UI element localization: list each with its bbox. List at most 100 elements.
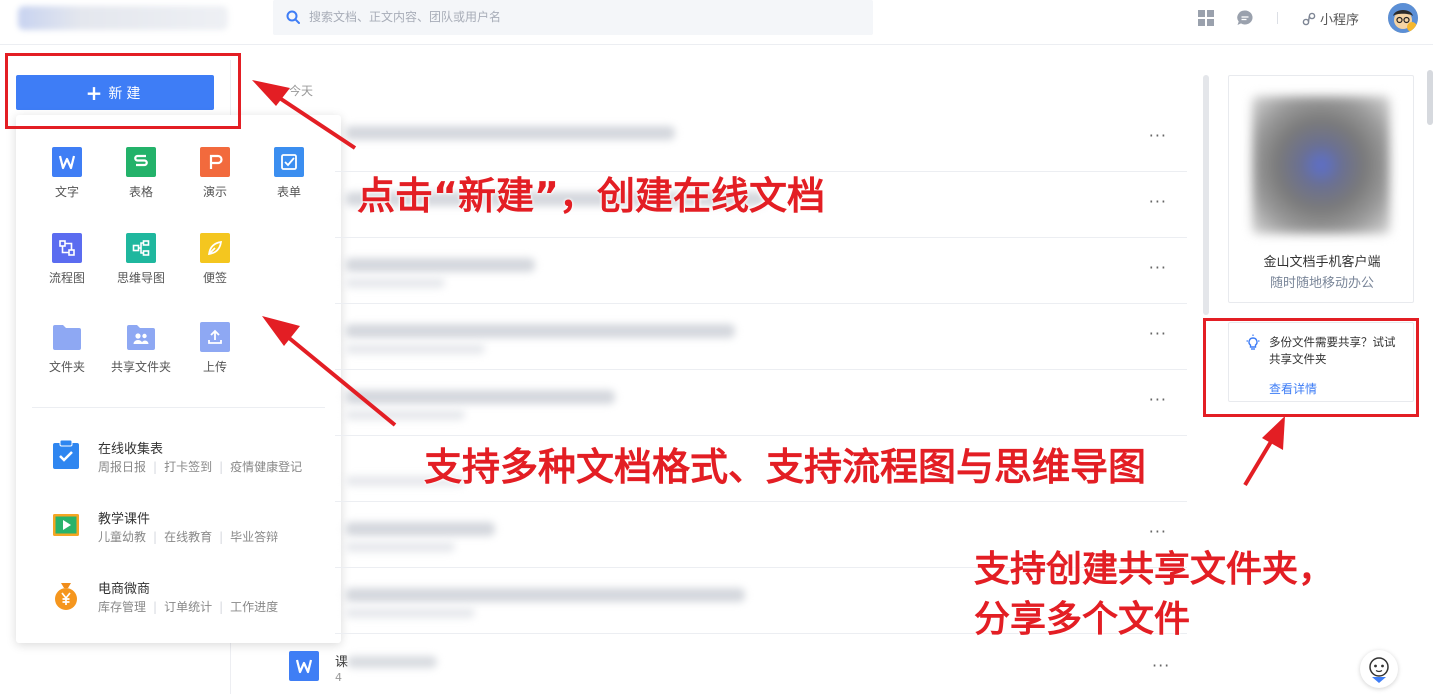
file-name (345, 258, 535, 272)
template-link[interactable]: 工作进度 (230, 600, 278, 614)
upload-label: 上传 (202, 360, 227, 374)
more-icon[interactable]: ··· (1149, 192, 1167, 211)
file-meta (345, 410, 465, 420)
template-courseware[interactable]: 教学课件 儿童幼教 | 在线教育 | 毕业答辩 (52, 508, 332, 548)
section-label-today: 今天 (289, 84, 314, 98)
create-folder-label: 文件夹 (48, 360, 85, 374)
template-link[interactable]: 疫情健康登记 (230, 460, 302, 474)
app-logo[interactable] (18, 6, 228, 30)
spreadsheet-icon (126, 147, 156, 177)
create-mindmap-item[interactable]: 思维导图 (111, 233, 171, 286)
create-slides-item[interactable]: 演示 (185, 147, 245, 200)
create-note-label: 便签 (202, 271, 227, 285)
create-form-label: 表单 (276, 185, 301, 199)
template-ecommerce[interactable]: 电商微商 库存管理 | 订单统计 | 工作进度 (52, 578, 332, 618)
create-shared-folder-label: 共享文件夹 (111, 360, 172, 374)
more-icon[interactable]: ··· (1149, 258, 1167, 277)
top-bar: 小程序 (0, 0, 1433, 45)
mobile-app-card: 金山文档手机客户端 随时随地移动办公 (1228, 75, 1414, 303)
create-folder-item[interactable]: 文件夹 (37, 322, 97, 375)
list-scrollbar[interactable] (1203, 75, 1209, 315)
template-links: 库存管理 | 订单统计 | 工作进度 (98, 600, 279, 614)
menu-divider (32, 407, 325, 408)
shared-folder-icon (126, 322, 156, 352)
apps-grid-icon[interactable] (1197, 9, 1215, 27)
file-name-blur (347, 656, 437, 668)
create-slides-label: 演示 (202, 185, 227, 199)
annotation-text: 支持创建共享文件夹， (974, 549, 1335, 590)
annotation-text: 支持多种文档格式、支持流程图与思维导图 (424, 445, 1147, 489)
mini-program-link[interactable]: 小程序 (1302, 9, 1359, 28)
create-menu: 文字 表格 演示 表单 流程图 思维导图 便签 文件夹 共享文件夹 上传 在线收… (16, 115, 341, 643)
template-links: 周报日报 | 打卡签到 | 疫情健康登记 (98, 460, 303, 474)
create-form-item[interactable]: 表单 (259, 147, 319, 200)
link-icon (1302, 12, 1316, 25)
file-name (345, 324, 735, 338)
file-row[interactable]: ··· (335, 106, 1187, 172)
arrow-head (1262, 416, 1285, 450)
message-icon[interactable] (1236, 9, 1254, 27)
template-link[interactable]: 库存管理 (98, 600, 146, 614)
more-icon[interactable]: ··· (1149, 126, 1167, 145)
file-meta (345, 278, 445, 288)
template-link[interactable]: 毕业答辩 (230, 530, 278, 544)
folder-icon (52, 322, 82, 352)
create-mindmap-label: 思维导图 (116, 271, 165, 285)
user-avatar[interactable] (1388, 3, 1418, 33)
assistant-icon (1369, 657, 1389, 683)
template-link[interactable]: 周报日报 (98, 460, 146, 474)
file-row[interactable]: ··· (335, 304, 1187, 370)
app-title: 金山文档手机客户端 (1263, 255, 1381, 270)
money-bag-icon (55, 583, 77, 610)
file-meta (345, 344, 485, 354)
file-meta (345, 608, 475, 618)
create-shared-folder-item[interactable]: 共享文件夹 (111, 322, 171, 375)
search-icon (286, 10, 300, 24)
more-icon[interactable]: ··· (1152, 656, 1170, 675)
annotation-box-new (5, 53, 241, 129)
create-sheet-item[interactable]: 表格 (111, 147, 171, 200)
template-online-form[interactable]: 在线收集表 周报日报 | 打卡签到 | 疫情健康登记 (52, 438, 332, 478)
more-icon[interactable]: ··· (1149, 324, 1167, 343)
file-row[interactable]: ··· (335, 238, 1187, 304)
qr-code (1252, 96, 1390, 234)
upload-icon (200, 322, 230, 352)
create-flowchart-item[interactable]: 流程图 (37, 233, 97, 286)
annotation-text: 分享多个文件 (974, 599, 1191, 640)
word-doc-icon (52, 147, 82, 177)
flowchart-icon (52, 233, 82, 263)
create-flowchart-label: 流程图 (48, 271, 85, 285)
upload-item[interactable]: 上传 (185, 322, 245, 375)
create-doc-item[interactable]: 文字 (37, 147, 97, 200)
template-title: 在线收集表 (98, 442, 164, 457)
file-meta (345, 542, 455, 552)
clipboard-check-icon (53, 440, 79, 469)
assistant-button[interactable] (1360, 650, 1398, 688)
file-row[interactable]: ··· (335, 370, 1187, 436)
template-link[interactable]: 打卡签到 (164, 460, 212, 474)
create-note-item[interactable]: 便签 (185, 233, 245, 286)
file-name (345, 126, 675, 140)
create-doc-label: 文字 (54, 185, 79, 199)
arrow-to-tip (1243, 438, 1274, 487)
create-sheet-label: 表格 (128, 185, 153, 199)
template-link[interactable]: 订单统计 (164, 600, 212, 614)
search-input[interactable] (309, 7, 849, 27)
more-icon[interactable]: ··· (1149, 522, 1167, 541)
word-doc-icon (289, 651, 319, 681)
template-link[interactable]: 儿童幼教 (98, 530, 146, 544)
app-subtitle: 随时随地移动办公 (1269, 276, 1374, 291)
file-name (345, 588, 745, 602)
template-title: 电商微商 (98, 582, 151, 597)
template-title: 教学课件 (98, 512, 151, 527)
file-meta: 4 (335, 671, 342, 684)
toolbar-divider (1277, 12, 1278, 24)
more-icon[interactable]: ··· (1149, 390, 1167, 409)
template-links: 儿童幼教 | 在线教育 | 毕业答辩 (98, 530, 279, 544)
annotation-box-tip (1203, 318, 1419, 417)
search-box[interactable] (273, 0, 873, 35)
file-name (345, 522, 495, 536)
page-scrollbar[interactable] (1427, 70, 1433, 125)
template-link[interactable]: 在线教育 (164, 530, 212, 544)
app-window: 小程序 + 新建 文字 (0, 0, 1433, 694)
